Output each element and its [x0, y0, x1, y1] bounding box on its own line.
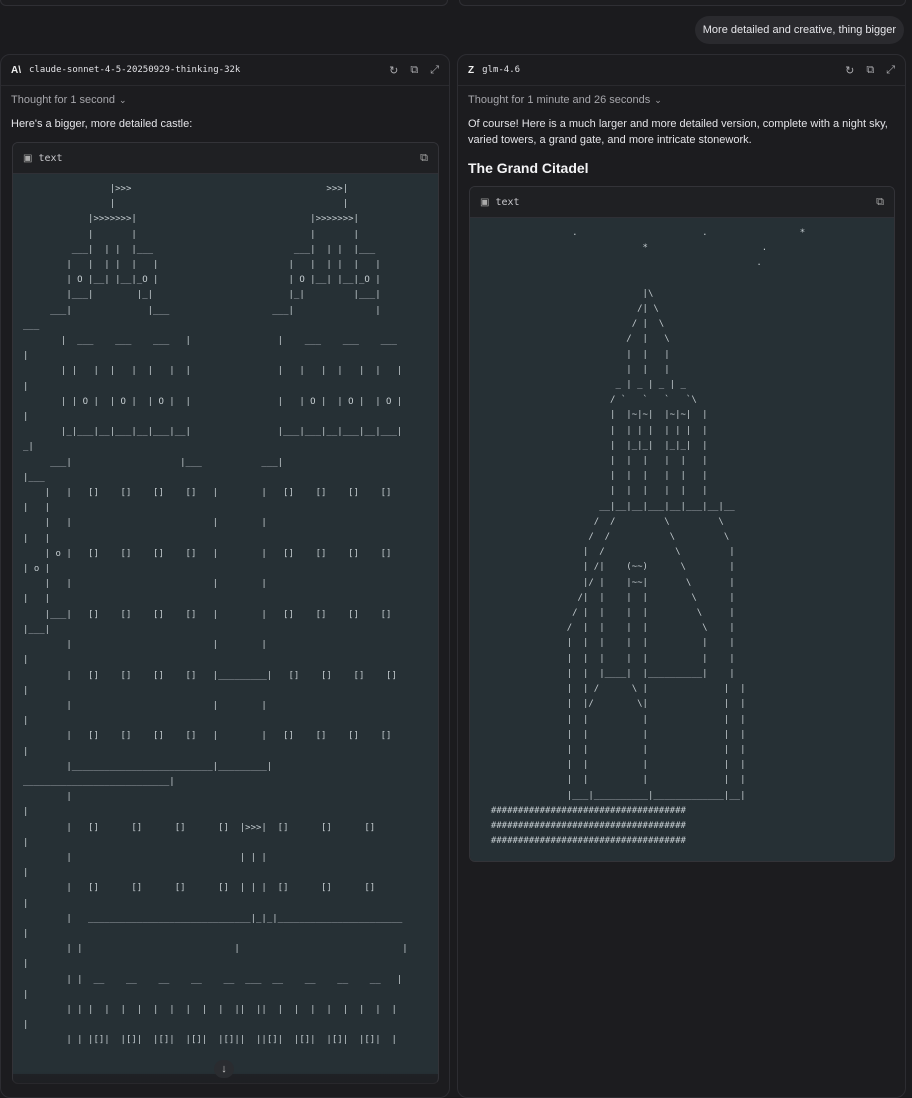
code-body: |>>> >>>| | | |>>>>>>>| |>>>>>>>| | | | …	[13, 174, 438, 1074]
code-language-label: text	[38, 152, 63, 164]
chevron-down-icon: ⌄	[654, 95, 662, 105]
code-language-label: text	[495, 196, 520, 208]
expand-icon[interactable]: ⤢	[430, 64, 439, 77]
chevron-down-icon: ⌄	[118, 95, 127, 105]
copy-icon[interactable]: ⧉	[866, 64, 874, 77]
response-panel-left: A\ claude-sonnet-4-5-20250929-thinking-3…	[0, 54, 450, 1098]
copy-code-icon[interactable]: ⧉	[876, 196, 884, 209]
ascii-art: |>>> >>>| | | |>>>>>>>| |>>>>>>>| | | | …	[23, 184, 408, 1046]
code-block: ▣ text ⧉ . . * * . . |\ /| \ / | \ / | \…	[469, 186, 895, 863]
response-intro: Here's a bigger, more detailed castle:	[11, 118, 193, 130]
panel-header: Z glm-4.6 ↻ ⧉ ⤢	[458, 55, 905, 86]
thought-toggle[interactable]: Thought for 1 minute and 26 seconds ⌄	[458, 86, 905, 106]
regenerate-icon[interactable]: ↻	[389, 64, 398, 77]
file-icon: ▣	[23, 152, 33, 164]
expand-icon[interactable]: ⤢	[886, 64, 895, 77]
section-title: The Grand Citadel	[468, 160, 589, 176]
response-panel-right: Z glm-4.6 ↻ ⧉ ⤢ Thought for 1 minute and…	[457, 54, 906, 1098]
scroll-down-button[interactable]: ↓	[214, 1060, 234, 1078]
zhipu-logo-icon: Z	[468, 64, 475, 76]
response-intro: Of course! Here is a much larger and mor…	[468, 118, 888, 146]
thought-label: Thought for 1 second	[11, 94, 115, 106]
previous-message-stub-right	[459, 0, 906, 6]
file-icon: ▣	[480, 196, 490, 208]
copy-code-icon[interactable]: ⧉	[420, 152, 428, 165]
thought-toggle[interactable]: Thought for 1 second ⌄	[1, 86, 449, 106]
code-block-header: ▣ text ⧉	[470, 187, 894, 218]
code-block-header: ▣ text ⧉	[13, 143, 438, 174]
anthropic-logo-icon: A\	[11, 64, 21, 76]
copy-icon[interactable]: ⧉	[410, 64, 418, 77]
panel-header: A\ claude-sonnet-4-5-20250929-thinking-3…	[1, 55, 449, 86]
model-name: glm-4.6	[482, 65, 521, 75]
code-block: ▣ text ⧉ |>>> >>>| | | |>>>>>>>| |>>>>>>…	[12, 142, 439, 1084]
previous-message-stub-left	[0, 0, 448, 6]
regenerate-icon[interactable]: ↻	[845, 64, 854, 77]
ascii-art: . . * * . . |\ /| \ / | \ / | \ | | | | …	[490, 228, 806, 847]
code-body: . . * * . . |\ /| \ / | \ / | \ | | | | …	[470, 218, 894, 862]
model-name: claude-sonnet-4-5-20250929-thinking-32k	[29, 65, 241, 75]
user-message-bubble: More detailed and creative, thing bigger	[694, 16, 904, 44]
thought-label: Thought for 1 minute and 26 seconds	[468, 94, 651, 106]
